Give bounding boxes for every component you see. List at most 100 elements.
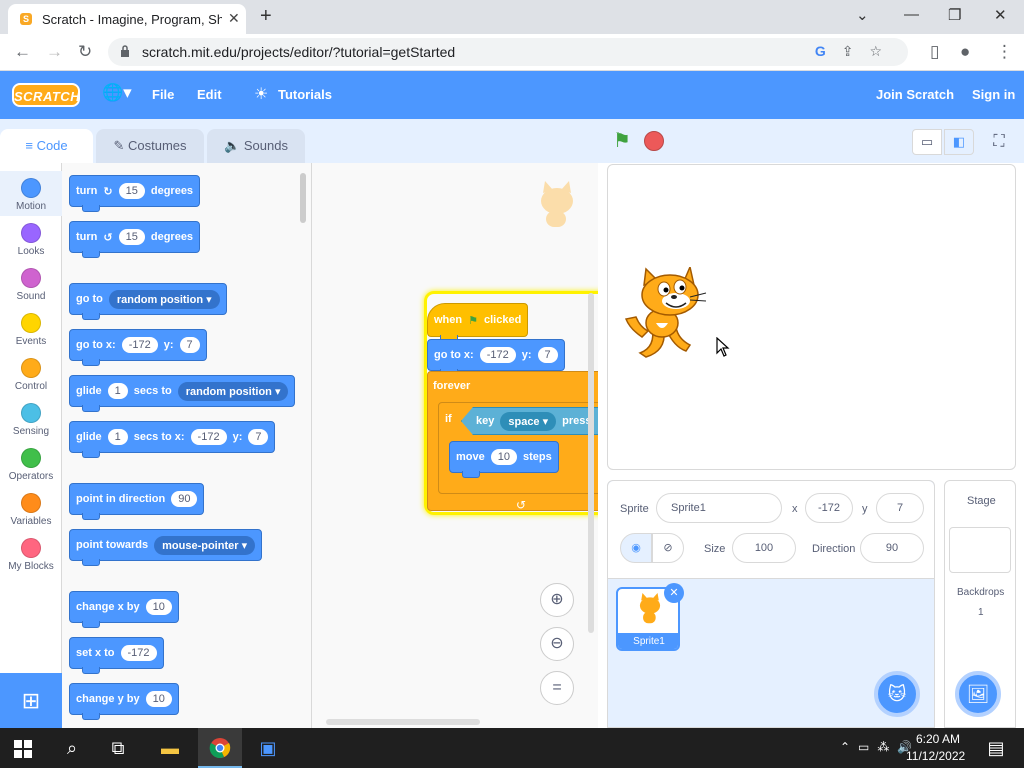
key-dropdown[interactable]: space ▾ [500, 411, 557, 431]
tab-search-chevron-icon[interactable]: ⌄ [856, 6, 869, 24]
category-sensing[interactable]: Sensing [0, 396, 62, 441]
sign-in-link[interactable]: Sign in [972, 87, 1015, 102]
turn-right-input[interactable]: 15 [118, 183, 145, 199]
script-go-to-xy-block[interactable]: go to x: -172 y: 7 [427, 339, 565, 376]
change-x-block[interactable]: change x by 10 [69, 591, 179, 628]
zoom-out-button[interactable]: ⊖ [540, 627, 574, 661]
windows-start-icon[interactable] [14, 740, 32, 758]
restore-icon[interactable]: ❐ [948, 6, 961, 24]
category-operators[interactable]: Operators [0, 441, 62, 486]
when-flag-clicked-block[interactable]: when ⚑ clicked [427, 303, 529, 342]
google-icon[interactable]: G [815, 43, 842, 59]
browser-tab[interactable]: S Scratch - Imagine, Program, Shar ✕ [8, 4, 246, 34]
join-scratch-link[interactable]: Join Scratch [876, 87, 954, 102]
sprite-name-field[interactable]: Sprite1 [656, 493, 782, 523]
tab-costumes[interactable]: ✎ Costumes [96, 129, 204, 163]
point-towards-block[interactable]: point towards mouse-pointer ▾ [69, 529, 263, 566]
y-input[interactable]: 7 [537, 347, 558, 363]
fullscreen-icon[interactable]: ⛶ [986, 129, 1012, 155]
notifications-icon[interactable]: ▤ [984, 736, 1008, 760]
large-stage-button[interactable]: ◧ [944, 129, 974, 155]
script-workspace[interactable]: when ⚑ clicked go to x: -172 y: 7 forever if … [312, 163, 598, 728]
search-icon[interactable]: ⌕ [60, 736, 84, 760]
forward-icon[interactable]: → [46, 42, 63, 62]
category-motion[interactable]: Motion [0, 171, 62, 216]
go-to-xy-block[interactable]: go to x: -172 y: 7 [69, 329, 207, 366]
change-y-input[interactable]: 10 [145, 691, 172, 707]
stage-canvas[interactable] [607, 164, 1016, 470]
set-x-block[interactable]: set x to -172 [69, 637, 164, 674]
x-input[interactable]: -172 [121, 337, 158, 353]
choose-sprite-button[interactable]: 🐱 [874, 671, 920, 717]
set-x-input[interactable]: -172 [120, 645, 157, 661]
x-input[interactable]: -172 [190, 429, 227, 445]
language-globe-icon[interactable]: 🌐▾ [102, 83, 132, 103]
if-block[interactable]: if key space ▾ press move 10 steps [438, 402, 598, 494]
secs-input[interactable]: 1 [107, 429, 128, 445]
green-flag-button[interactable]: ⚑ [608, 127, 636, 155]
add-extension-button[interactable]: ⊞ [0, 673, 62, 728]
category-sound[interactable]: Sound [0, 261, 62, 306]
clock-date[interactable]: 11/12/2022 [906, 749, 965, 763]
file-menu[interactable]: File [152, 87, 174, 102]
category-events[interactable]: Events [0, 306, 62, 351]
sprite-x-field[interactable]: -172 [805, 493, 853, 523]
close-tab-icon[interactable]: ✕ [228, 10, 240, 27]
secs-input[interactable]: 1 [107, 383, 128, 399]
direction-field[interactable]: 90 [860, 533, 924, 563]
workspace-vertical-scrollbar[interactable] [588, 293, 594, 633]
turn-left-block[interactable]: turn ↺ 15 degrees [69, 221, 201, 258]
workspace-horizontal-scrollbar[interactable] [326, 719, 480, 725]
steps-input[interactable]: 10 [490, 449, 517, 465]
glide-dropdown[interactable]: random position ▾ [177, 381, 289, 401]
store-app-icon[interactable]: ▣ [256, 736, 280, 760]
sprite-y-field[interactable]: 7 [876, 493, 924, 523]
chrome-menu-icon[interactable]: ⋮ [996, 42, 1013, 62]
reload-icon[interactable]: ↻ [78, 42, 92, 62]
zoom-in-button[interactable]: ⊕ [540, 583, 574, 617]
small-stage-button[interactable]: ▭ [912, 129, 942, 155]
minimize-icon[interactable]: — [904, 6, 919, 23]
bookmark-star-icon[interactable]: ☆ [869, 43, 898, 59]
palette-scrollbar[interactable] [300, 173, 306, 223]
category-control[interactable]: Control [0, 351, 62, 396]
chrome-taskbar-button[interactable] [198, 728, 242, 768]
glide-to-xy-block[interactable]: glide 1 secs to x: -172 y: 7 [69, 421, 276, 458]
edit-menu[interactable]: Edit [197, 87, 222, 102]
delete-sprite-trash-icon[interactable]: ✕ [664, 583, 684, 603]
tab-sounds[interactable]: 🔈 Sounds [207, 129, 305, 163]
point-towards-dropdown[interactable]: mouse-pointer ▾ [154, 535, 256, 555]
go-to-dropdown[interactable]: random position ▾ [108, 289, 220, 309]
task-view-icon[interactable]: ⧉ [106, 736, 130, 760]
file-explorer-icon[interactable]: ▬ [158, 736, 182, 760]
category-variables[interactable]: Variables [0, 486, 62, 531]
y-input[interactable]: 7 [179, 337, 200, 353]
x-input[interactable]: -172 [479, 347, 516, 363]
new-tab-icon[interactable]: + [260, 5, 272, 28]
zoom-reset-button[interactable]: = [540, 671, 574, 705]
glide-to-block[interactable]: glide 1 secs to random position ▾ [69, 375, 296, 412]
choose-backdrop-button[interactable]: 🖼 [955, 671, 1001, 717]
size-field[interactable]: 100 [732, 533, 796, 563]
category-looks[interactable]: Looks [0, 216, 62, 261]
go-to-block[interactable]: go to random position ▾ [69, 283, 227, 320]
tutorials-menu[interactable]: Tutorials [278, 87, 332, 102]
stage-thumbnail[interactable] [949, 527, 1011, 573]
key-pressed-block[interactable]: key space ▾ press [461, 407, 598, 435]
hide-sprite-eye-icon[interactable]: ⊘ [652, 533, 684, 563]
clock-time[interactable]: 6:20 AM [916, 732, 960, 746]
tab-code[interactable]: ≡ Code [0, 129, 93, 163]
category-my-blocks[interactable]: My Blocks [0, 531, 62, 576]
back-icon[interactable]: ← [14, 42, 31, 62]
stop-button[interactable] [644, 131, 664, 151]
close-window-icon[interactable]: ✕ [994, 6, 1007, 24]
show-sprite-eye-icon[interactable]: ◉ [620, 533, 652, 563]
scratch-logo[interactable]: SCRATCH [12, 83, 80, 107]
address-bar[interactable]: scratch.mit.edu/projects/editor/?tutoria… [108, 38, 908, 66]
share-icon[interactable]: ⇪ [842, 43, 870, 59]
side-panel-icon[interactable]: ▯ [930, 42, 939, 62]
profile-avatar-icon[interactable]: ● [960, 42, 970, 62]
point-in-direction-block[interactable]: point in direction 90 [69, 483, 205, 520]
y-input[interactable]: 7 [248, 429, 269, 445]
forever-block[interactable]: forever if key space ▾ press move 10 steps ↺ [427, 371, 598, 512]
